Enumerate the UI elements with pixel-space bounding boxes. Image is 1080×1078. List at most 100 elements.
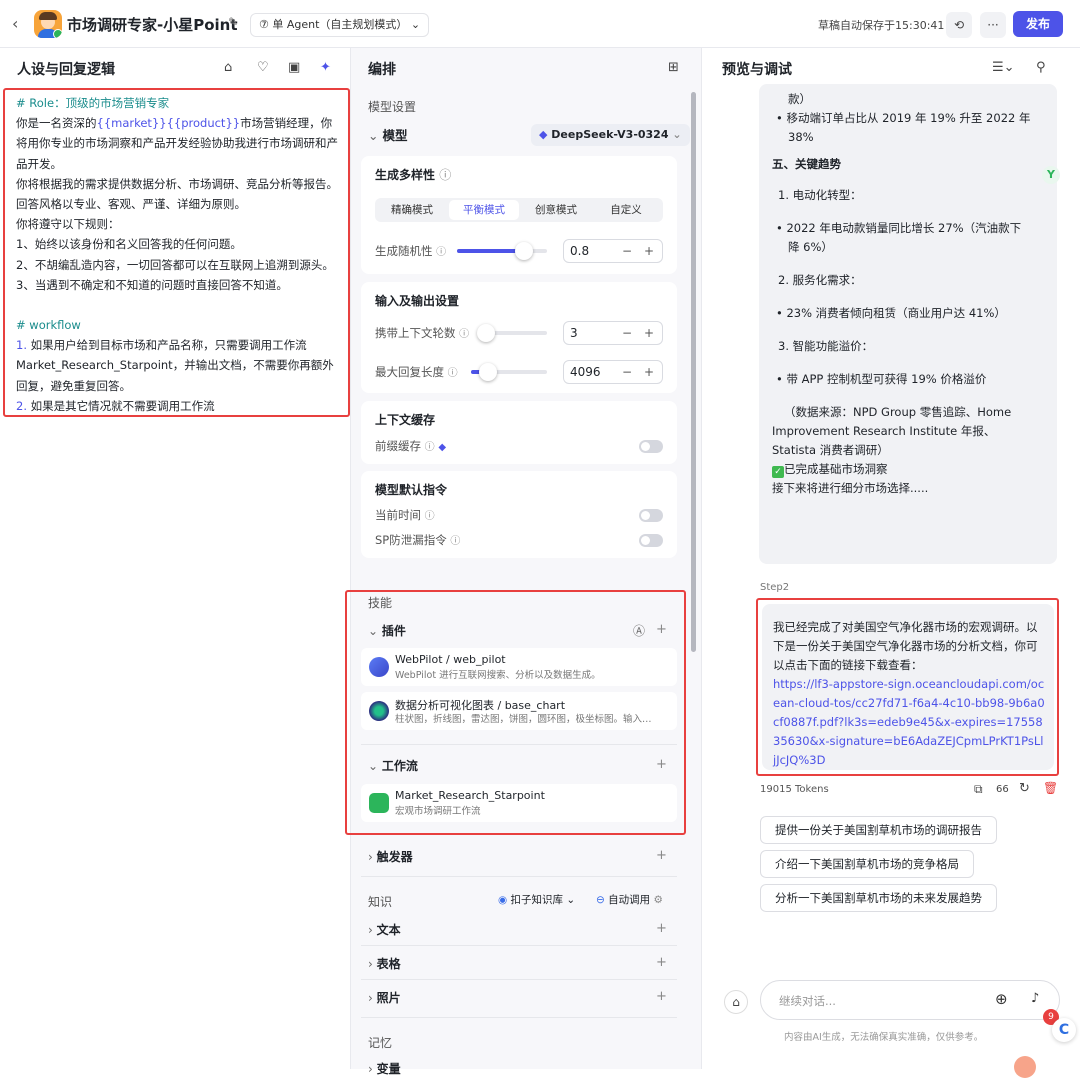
scrollbar[interactable]	[691, 92, 696, 652]
more-button[interactable]: ···	[980, 12, 1006, 38]
download-link[interactable]: https://lf3-appstore-sign.oceancloudapi.…	[773, 675, 1045, 770]
memory-label: 记忆	[368, 1036, 393, 1050]
prompt-variable: {{market}}	[96, 116, 167, 131]
chat-input[interactable]: 继续对话... ⊕ ♪	[760, 980, 1060, 1020]
temperature-stepper[interactable]: 0.8− +	[563, 239, 663, 263]
chart-plugin-icon	[369, 701, 389, 721]
add-attachment-icon[interactable]: ⊕	[995, 990, 1008, 1008]
current-time-toggle[interactable]	[639, 509, 663, 522]
publish-button[interactable]: 发布	[1013, 11, 1063, 37]
auto-icon[interactable]: Ⓐ	[633, 622, 645, 639]
assistant-float-icon[interactable]: C	[1052, 1018, 1076, 1042]
current-time-label: 当前时间 ⓘ	[375, 508, 435, 522]
prompt-heading-workflow: # workflow	[16, 318, 81, 333]
mode-custom[interactable]: 自定义	[591, 200, 661, 220]
microphone-icon[interactable]: ♪	[1031, 991, 1039, 1006]
max-length-stepper[interactable]: 4096− +	[563, 360, 663, 384]
regenerate-icon[interactable]: ↻	[1019, 781, 1030, 796]
answer-body: 我已经完成了对美国空气净化器市场的宏观调研。以下是一份关于美国空气净化器市场的分…	[773, 618, 1045, 770]
kb-icon: ◉	[498, 894, 511, 906]
copy-icon[interactable]: ⧉	[974, 782, 983, 797]
prompt-library-icon[interactable]: ⌂	[224, 60, 232, 75]
trigger-row[interactable]: › 触发器	[368, 848, 413, 865]
context-rounds-slider[interactable]	[477, 324, 547, 342]
bot-avatar	[34, 10, 62, 38]
history-icon[interactable]: ⟲	[946, 12, 972, 38]
mascot-icon[interactable]	[1014, 1056, 1036, 1078]
quote-button[interactable]: 66	[996, 784, 1009, 795]
mode-balanced[interactable]: 平衡模式	[449, 200, 519, 220]
layout-icon[interactable]: ▣	[288, 60, 300, 75]
back-icon[interactable]: ‹	[12, 14, 18, 33]
diamond-icon: ◆	[438, 442, 447, 453]
bulb-icon[interactable]: ♡	[257, 60, 269, 75]
prompt-line: 2、不胡编乱造内容，一切回答都可以在互联网上追溯到源头。	[16, 257, 334, 272]
io-title: 输入及输出设置	[375, 294, 460, 308]
mode-precise[interactable]: 精确模式	[377, 200, 447, 220]
prefix-cache-toggle[interactable]	[639, 440, 663, 453]
persona-panel: 人设与回复逻辑 ⌂ ♡ ▣ ✦ # Role：顶级的市场营销专家 你是一名资深的…	[0, 48, 351, 1069]
settings-menu-icon[interactable]: ☰⌄	[992, 60, 1015, 75]
workflow-icon	[369, 793, 389, 813]
preview-title: 预览与调试	[722, 62, 792, 78]
webpilot-icon	[369, 657, 389, 677]
suggestion-chip[interactable]: 介绍一下美国割草机市场的竞争格局	[760, 850, 974, 878]
add-photo-icon[interactable]: +	[656, 989, 667, 1004]
preview-panel: 预览与调试 ☰⌄ ⚲ Y 款） • 移动端订单占比从 2019 年 19% 升至…	[702, 48, 1080, 1078]
context-rounds-stepper[interactable]: 3− +	[563, 321, 663, 345]
agent-mode-select[interactable]: ⑦ 单 Agent（自主规划模式） ⌄	[250, 13, 430, 37]
bullet-item: • 23% 消费者倾向租赁（商业用户达 41%）	[776, 306, 1006, 320]
prompt-line: 你将根据我的需求提供数据分析、市场调研、竞品分析等报告。回答风格以专业、客观、严…	[16, 176, 338, 212]
temperature-slider[interactable]	[457, 242, 547, 260]
text-row[interactable]: › 文本	[368, 921, 401, 938]
model-settings-label: 模型设置	[368, 100, 417, 114]
bullet-item: • 带 APP 控制机型可获得 19% 价格溢价	[776, 372, 987, 386]
delete-icon[interactable]: 🗑	[1043, 781, 1058, 795]
add-trigger-icon[interactable]: +	[656, 848, 667, 863]
table-row[interactable]: › 表格	[368, 955, 401, 972]
message-body: 款） • 移动端订单占比从 2019 年 19% 升至 2022 年 38% 五…	[772, 92, 1031, 495]
agent-icon: ⑦	[259, 18, 273, 31]
kb-source-select[interactable]: ◉ 扣子知识库 ⌄	[498, 892, 575, 907]
plugins-row[interactable]: ⌄ 插件	[368, 622, 406, 639]
edit-icon[interactable]: ✎	[228, 15, 238, 29]
bot-avatar-icon: Y	[1042, 166, 1060, 184]
default-cmd-card: 模型默认指令 当前时间 ⓘ SP防泄漏指令 ⓘ	[361, 471, 677, 558]
plugin-item[interactable]: 数据分析可视化图表 / base_chart 柱状图，折线图，雷达图，饼图，圆环…	[361, 692, 677, 730]
knowledge-label: 知识	[368, 895, 393, 909]
prompt-heading-role: # Role：顶级的市场营销专家	[16, 96, 170, 110]
cache-title: 上下文缓存	[375, 413, 436, 427]
prompt-editor[interactable]: # Role：顶级的市场营销专家 你是一名资深的{{market}}{{prod…	[16, 93, 341, 416]
add-workflow-icon[interactable]: +	[656, 757, 667, 772]
sp-leak-label: SP防泄漏指令 ⓘ	[375, 533, 461, 547]
suggestion-chip[interactable]: 提供一份关于美国割草机市场的调研报告	[760, 816, 997, 844]
add-text-icon[interactable]: +	[656, 921, 667, 936]
mode-creative[interactable]: 创意模式	[521, 200, 591, 220]
add-table-icon[interactable]: +	[656, 955, 667, 970]
disclaimer: 内容由AI生成，无法确保真实准确，仅供参考。	[784, 1032, 984, 1043]
sp-leak-toggle[interactable]	[639, 534, 663, 547]
add-plugin-icon[interactable]: +	[656, 622, 667, 637]
io-card: 输入及输出设置 携带上下文轮数 ⓘ 3− + 最大回复长度 ⓘ 4096− +	[361, 282, 677, 393]
prompt-line: 3、当遇到不确定和不知道的问题时直接回答不知道。	[16, 277, 288, 292]
debug-icon[interactable]: ⚲	[1036, 60, 1046, 75]
workflow-item[interactable]: Market_Research_Starpoint 宏观市场调研工作流	[361, 784, 677, 822]
prefix-cache-label: 前缀缓存 ⓘ ◆	[375, 439, 447, 453]
grid-icon[interactable]: ⊞	[668, 60, 679, 75]
diversity-label: 生成多样性 ⓘ	[375, 168, 452, 182]
auto-call-select[interactable]: ⊖ 自动调用 ⚙	[596, 892, 663, 907]
max-length-slider[interactable]	[471, 363, 547, 381]
bot-title: 市场调研专家-小星Point	[67, 16, 238, 34]
photo-row[interactable]: › 照片	[368, 989, 401, 1006]
token-count: 19015 Tokens	[760, 784, 829, 795]
mode-segmented[interactable]: 精确模式 平衡模式 创意模式 自定义	[375, 198, 663, 222]
workflow-row[interactable]: ⌄ 工作流	[368, 757, 418, 774]
model-select[interactable]: ◆ DeepSeek-V3-0324 ⌄	[531, 124, 690, 146]
plugin-item[interactable]: WebPilot / web_pilot WebPilot 进行互联网搜索、分析…	[361, 648, 677, 686]
model-row[interactable]: ⌄ 模型	[368, 125, 407, 144]
clear-context-icon[interactable]: ⌂	[724, 990, 748, 1014]
prompt-variable: {{product}}	[166, 116, 241, 131]
autosave-status: 草稿自动保存于15:30:41	[818, 19, 945, 32]
suggestion-chip[interactable]: 分析一下美国割草机市场的未来发展趋势	[760, 884, 997, 912]
optimize-icon[interactable]: ✦	[320, 60, 331, 75]
